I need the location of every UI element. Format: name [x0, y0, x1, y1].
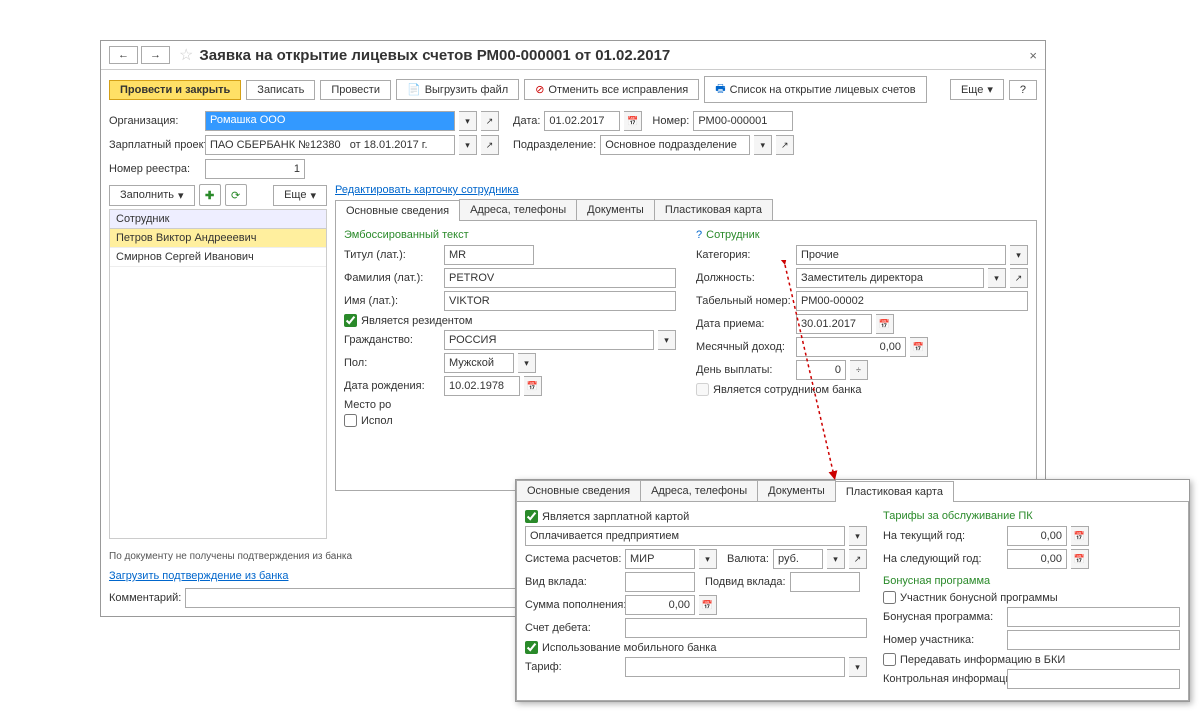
num-label: Номер: [652, 115, 689, 127]
sys-input[interactable] [625, 549, 695, 569]
emp-header: Сотрудник [706, 229, 759, 241]
payday-input[interactable] [796, 360, 846, 380]
cur-year-input[interactable] [1007, 526, 1067, 546]
surname-input[interactable] [444, 268, 676, 288]
more-button[interactable]: Еще ▾ [950, 79, 1004, 100]
left-column: Заполнить ▾ ✚ ⟳ Еще ▾ Сотрудник Петров В… [109, 181, 327, 539]
open-icon[interactable]: ↗ [481, 135, 499, 155]
position-input[interactable] [796, 268, 984, 288]
list-open-button[interactable]: 🖶Список на открытие лицевых счетов [704, 76, 926, 103]
org-input[interactable]: Ромашка ООО [205, 111, 455, 131]
popup-tab-address[interactable]: Адреса, телефоны [640, 480, 758, 501]
tariff-input[interactable] [625, 657, 845, 677]
category-input[interactable] [796, 245, 1006, 265]
calendar-icon[interactable]: 📅 [624, 111, 642, 131]
dropdown-icon[interactable]: ▾ [754, 135, 772, 155]
export-button[interactable]: 📄Выгрузить файл [396, 79, 519, 100]
date-input[interactable] [544, 111, 620, 131]
list-item[interactable]: Смирнов Сергей Иванович [110, 248, 326, 267]
write-button[interactable]: Записать [246, 80, 315, 100]
tab-card[interactable]: Пластиковая карта [654, 199, 773, 220]
employee-list: Сотрудник Петров Виктор Андрееевич Смирн… [109, 209, 327, 539]
toolbar: Провести и закрыть Записать Провести 📄Вы… [101, 70, 1045, 109]
edit-card-link[interactable]: Редактировать карточку сотрудника [335, 184, 519, 196]
num-input[interactable] [693, 111, 793, 131]
tabnum-input[interactable] [796, 291, 1028, 311]
bki-checkbox[interactable] [883, 653, 896, 666]
open-icon[interactable]: ↗ [776, 135, 794, 155]
titul-input[interactable] [444, 245, 534, 265]
subdeposit-input[interactable] [790, 572, 860, 592]
sum-input[interactable] [625, 595, 695, 615]
ctrl-info-input[interactable] [1007, 669, 1180, 689]
name-input[interactable] [444, 291, 676, 311]
dept-input[interactable] [600, 135, 750, 155]
post-button[interactable]: Провести [320, 80, 391, 100]
citizenship-input[interactable] [444, 330, 654, 350]
close-icon[interactable]: × [1029, 48, 1037, 63]
date-label: Дата: [513, 115, 540, 127]
tab-address[interactable]: Адреса, телефоны [459, 199, 577, 220]
dropdown-icon[interactable]: ▾ [459, 135, 477, 155]
part-num-input [1007, 630, 1180, 650]
hire-input[interactable] [796, 314, 872, 334]
sex-input[interactable] [444, 353, 514, 373]
emp-more-button[interactable]: Еще ▾ [273, 185, 327, 206]
reg-label: Номер реестра: [109, 163, 201, 175]
tariffs-header: Тарифы за обслуживание ПК [883, 510, 1180, 522]
popup-tab-main[interactable]: Основные сведения [516, 480, 641, 501]
org-label: Организация: [109, 115, 201, 127]
resident-checkbox[interactable] [344, 314, 357, 327]
paidby-input[interactable] [525, 526, 845, 546]
cancel-icon: ⊘ [535, 83, 544, 96]
bank-emp-checkbox [696, 383, 709, 396]
load-confirm-link[interactable]: Загрузить подтверждение из банка [109, 570, 288, 582]
help-icon[interactable]: ? [696, 229, 702, 245]
help-button[interactable]: ? [1009, 80, 1037, 100]
popup-tab-docs[interactable]: Документы [757, 480, 836, 501]
bonus-header: Бонусная программа [883, 575, 1180, 587]
open-icon[interactable]: ↗ [481, 111, 499, 131]
birth-input[interactable] [444, 376, 520, 396]
favorite-icon[interactable]: ☆ [179, 45, 193, 65]
deposit-input[interactable] [625, 572, 695, 592]
forward-button[interactable]: → [141, 46, 170, 64]
reg-input[interactable] [205, 159, 305, 179]
calendar-icon[interactable]: 📅 [524, 376, 542, 396]
tab-main[interactable]: Основные сведения [335, 200, 460, 221]
cancel-fix-button[interactable]: ⊘Отменить все исправления [524, 79, 699, 100]
mobile-bank-checkbox[interactable] [525, 641, 538, 654]
bonus-prog-input [1007, 607, 1180, 627]
tabs-upper: Основные сведения Адреса, телефоны Докум… [335, 199, 1037, 221]
add-icon[interactable]: ✚ [199, 184, 221, 206]
ispo-checkbox[interactable] [344, 414, 357, 427]
currency-input[interactable] [773, 549, 823, 569]
emp-list-header: Сотрудник [110, 210, 326, 229]
tab-docs[interactable]: Документы [576, 199, 655, 220]
next-year-input[interactable] [1007, 549, 1067, 569]
bonus-member-checkbox[interactable] [883, 591, 896, 604]
window-title: Заявка на открытие лицевых счетов РМ00-0… [199, 47, 670, 64]
income-input[interactable] [796, 337, 906, 357]
debit-input[interactable] [625, 618, 867, 638]
post-close-button[interactable]: Провести и закрыть [109, 80, 241, 100]
export-icon: 📄 [407, 83, 421, 96]
proj-input[interactable] [205, 135, 455, 155]
fill-button[interactable]: Заполнить ▾ [109, 185, 195, 206]
emboss-header: Эмбоссированный текст [344, 229, 676, 241]
refresh-icon[interactable]: ⟳ [225, 184, 247, 206]
print-icon: 🖶 [715, 80, 725, 99]
list-item[interactable]: Петров Виктор Андрееевич [110, 229, 326, 248]
titlebar: ← → ☆ Заявка на открытие лицевых счетов … [101, 41, 1045, 70]
salary-card-checkbox[interactable] [525, 510, 538, 523]
dropdown-icon[interactable]: ▾ [459, 111, 477, 131]
calendar-icon[interactable]: 📅 [876, 314, 894, 334]
proj-label: Зарплатный проект: [109, 139, 201, 151]
comment-label: Комментарий: [109, 592, 181, 604]
popup-tab-card[interactable]: Пластиковая карта [835, 481, 954, 502]
dept-label: Подразделение: [513, 139, 596, 151]
popup-card: Основные сведения Адреса, телефоны Докум… [515, 479, 1190, 702]
back-button[interactable]: ← [109, 46, 138, 64]
